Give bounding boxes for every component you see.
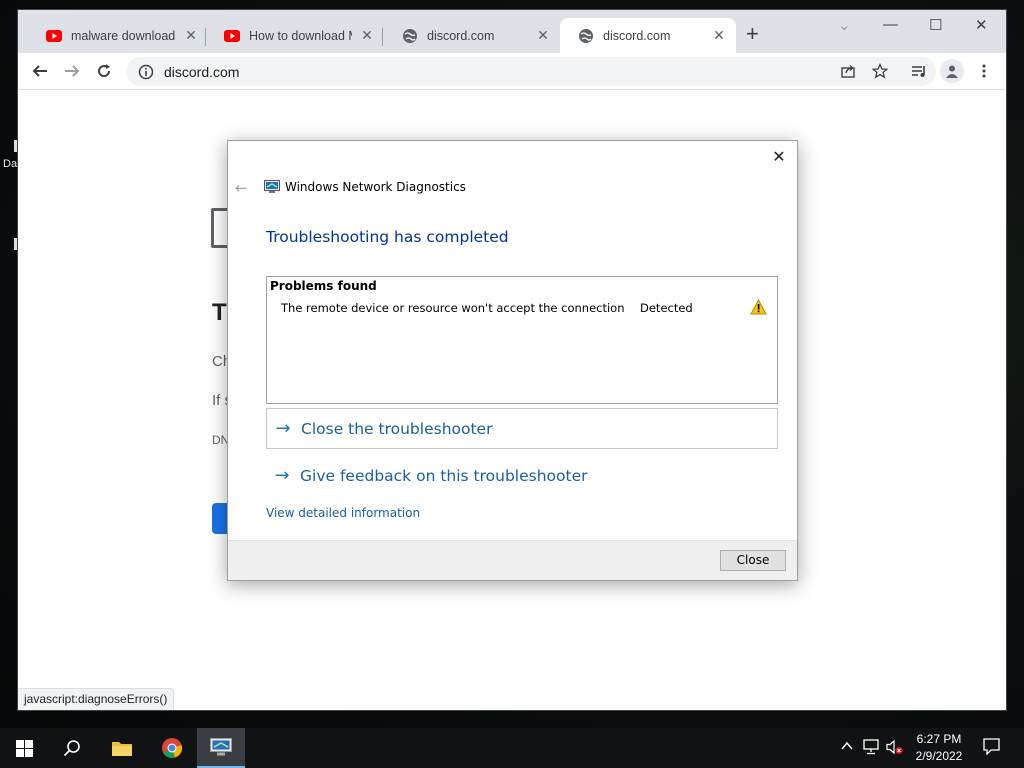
tab-title: malware download fi <box>71 28 176 43</box>
network-diagnostics-icon <box>210 738 232 756</box>
tab-title: discord.com <box>427 28 495 43</box>
tab-close-icon[interactable]: ✕ <box>360 27 374 44</box>
youtube-icon <box>224 28 240 44</box>
maximize-button[interactable]: ☐ <box>929 16 942 34</box>
taskbar-clock[interactable]: 6:27 PM 2/9/2022 <box>900 731 978 765</box>
tab-how-to-download[interactable]: How to download MI ✕ <box>206 18 384 53</box>
site-info-icon <box>138 64 154 79</box>
clock-date: 2/9/2022 <box>915 749 963 763</box>
minimize-button[interactable]: — <box>883 16 898 33</box>
give-feedback-label: Give feedback on this troubleshooter <box>300 466 588 485</box>
file-explorer-button[interactable] <box>98 728 146 768</box>
desktop-icon-label: Da <box>3 158 18 170</box>
search-button[interactable] <box>48 728 96 768</box>
tab-close-icon[interactable]: ✕ <box>712 27 726 44</box>
reading-list-icon <box>912 66 925 77</box>
back-arrow-icon <box>32 65 47 77</box>
close-button[interactable]: Close <box>720 550 786 571</box>
star-icon <box>872 63 888 79</box>
search-icon <box>63 740 80 757</box>
address-bar[interactable]: discord.com <box>126 57 936 86</box>
folder-icon <box>112 742 132 756</box>
dialog-app-title: Windows Network Diagnostics <box>285 180 466 194</box>
window-close-button[interactable]: ✕ <box>975 16 988 34</box>
error-heading: T <box>212 299 227 326</box>
tab-title: discord.com <box>603 28 671 43</box>
tab-discord-1[interactable]: discord.com ✕ <box>384 18 560 53</box>
reload-button[interactable] <box>92 59 116 83</box>
back-button[interactable] <box>28 59 52 83</box>
arrow-right-icon: → <box>274 465 290 486</box>
new-tab-button[interactable]: + <box>746 23 759 45</box>
tab-malware-download[interactable]: malware download fi ✕ <box>28 18 208 53</box>
profile-avatar-icon <box>946 65 958 78</box>
network-diagnostics-taskbar-button[interactable] <box>197 728 245 768</box>
chrome-taskbar-button[interactable] <box>148 728 196 768</box>
share-icon <box>841 65 855 78</box>
network-diagnostics-icon <box>264 179 280 193</box>
share-button[interactable] <box>836 59 860 83</box>
dialog-heading: Troubleshooting has completed <box>266 228 509 246</box>
problem-description: The remote device or resource won't acce… <box>281 301 625 315</box>
forward-arrow-icon <box>65 65 80 77</box>
tab-discord-active[interactable]: discord.com ✕ <box>560 18 736 53</box>
show-hidden-icons-chevron-icon[interactable] <box>840 739 854 756</box>
arrow-right-icon: → <box>275 418 291 439</box>
tab-close-icon[interactable]: ✕ <box>536 27 550 44</box>
view-detailed-information-link[interactable]: View detailed information <box>266 506 420 520</box>
network-icon[interactable] <box>863 739 879 758</box>
tab-strip: malware download fi ✕ How to download MI… <box>18 10 1006 53</box>
tab-close-icon[interactable]: ✕ <box>184 27 198 44</box>
problems-found-panel: Problems found The remote device or reso… <box>266 276 778 404</box>
tab-separator <box>382 28 383 46</box>
give-feedback-link[interactable]: → Give feedback on this troubleshooter <box>266 455 778 496</box>
start-button[interactable] <box>0 728 48 768</box>
network-diagnostics-dialog: ✕ ← Windows Network Diagnostics Troubles… <box>227 140 798 581</box>
kebab-menu-icon <box>982 64 986 78</box>
address-url: discord.com <box>164 63 240 80</box>
globe-icon <box>402 28 418 44</box>
taskbar: 6:27 PM 2/9/2022 <box>0 728 1024 768</box>
close-troubleshooter-link[interactable]: → Close the troubleshooter <box>266 408 778 449</box>
dialog-footer: Close <box>228 540 797 580</box>
reload-icon <box>98 64 111 78</box>
back-arrow-icon[interactable]: ← <box>235 179 248 197</box>
warning-icon <box>750 298 767 315</box>
bookmark-button[interactable] <box>868 59 892 83</box>
notification-center-icon[interactable] <box>983 738 1000 758</box>
tab-search-button[interactable]: ⌄ <box>838 16 851 34</box>
windows-logo-icon <box>15 739 33 757</box>
dialog-close-icon[interactable]: ✕ <box>771 148 787 166</box>
problem-status: Detected <box>640 301 693 315</box>
profile-button[interactable] <box>940 59 964 83</box>
status-bar: javascript:diagnoseErrors() <box>18 688 175 710</box>
tab-title: How to download MI <box>249 28 352 43</box>
globe-icon <box>578 28 594 44</box>
browser-toolbar: discord.com <box>18 53 1006 90</box>
reading-list-button[interactable] <box>907 59 931 83</box>
menu-button[interactable] <box>972 59 996 83</box>
close-troubleshooter-label: Close the troubleshooter <box>301 419 493 438</box>
problems-header: Problems found <box>270 279 377 293</box>
forward-button[interactable] <box>60 59 84 83</box>
clock-time: 6:27 PM <box>916 732 962 746</box>
chrome-icon <box>162 738 183 758</box>
youtube-icon <box>46 28 62 44</box>
